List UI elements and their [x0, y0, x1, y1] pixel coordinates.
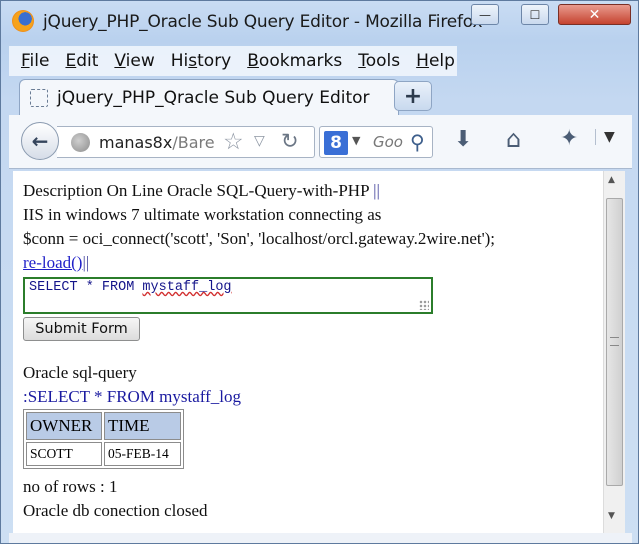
- reload-link[interactable]: re-load(): [23, 253, 82, 272]
- page-content: Description On Line Oracle SQL-Query-wit…: [13, 171, 603, 533]
- navigation-toolbar: manas8x/Bare ☆ ▽ ↻ ← 8 ▼ Goo ⚲ ⬇ ⌂ ✦ ▼: [9, 115, 632, 169]
- menu-view[interactable]: View: [114, 51, 154, 71]
- reload-icon[interactable]: ↻: [281, 129, 299, 153]
- minimize-button[interactable]: —: [471, 4, 499, 25]
- resize-grip-icon[interactable]: [419, 300, 429, 310]
- globe-icon: [71, 133, 90, 152]
- description-line: Description On Line Oracle SQL-Query-wit…: [23, 181, 380, 200]
- download-icon[interactable]: ⬇: [454, 127, 472, 152]
- home-icon[interactable]: ⌂: [506, 125, 521, 153]
- row-count-text: no of rows : 1: [23, 477, 118, 496]
- menu-bookmarks[interactable]: Bookmarks: [247, 51, 342, 71]
- toolbar-menu-icon[interactable]: ▼: [595, 129, 615, 145]
- vertical-scrollbar[interactable]: ▲ ▼: [603, 171, 625, 533]
- menu-file[interactable]: File: [21, 51, 49, 71]
- url-dropdown-icon[interactable]: ▽: [254, 133, 265, 149]
- browser-window: jQuery_PHP_Oracle Sub Query Editor - Moz…: [0, 0, 639, 544]
- tab-title: jQuery_PHP_Qracle Sub Query Editor: [57, 88, 370, 108]
- addon-icon[interactable]: ✦: [560, 126, 578, 151]
- firefox-logo-icon: [12, 10, 34, 32]
- connection-line: $conn = oci_connect('scott', 'Son', 'loc…: [23, 229, 496, 248]
- url-bar[interactable]: manas8x/Bare ☆ ▽ ↻: [57, 126, 315, 158]
- table-cell-time: 05-FEB-14: [104, 442, 181, 466]
- tab-strip: jQuery_PHP_Qracle Sub Query Editor +: [9, 79, 632, 116]
- status-strip: [9, 533, 632, 543]
- scroll-down-icon[interactable]: ▼: [608, 511, 615, 521]
- maximize-button[interactable]: ☐: [521, 4, 549, 25]
- new-tab-button[interactable]: +: [394, 81, 432, 111]
- menu-help[interactable]: Help: [416, 51, 455, 71]
- table-cell-owner: SCOTT: [26, 442, 102, 466]
- menu-bar: File Edit View History Bookmarks Tools H…: [9, 46, 457, 76]
- back-button[interactable]: ←: [21, 122, 59, 160]
- google-icon[interactable]: 8: [324, 131, 348, 155]
- window-title: jQuery_PHP_Oracle Sub Query Editor - Moz…: [43, 12, 483, 32]
- menu-edit[interactable]: Edit: [65, 51, 98, 71]
- bookmark-star-icon[interactable]: ☆: [223, 129, 244, 155]
- scroll-thumb[interactable]: [606, 198, 623, 486]
- menu-history[interactable]: History: [171, 51, 232, 71]
- menu-tools[interactable]: Tools: [358, 51, 400, 71]
- table-row: SCOTT 05-FEB-14: [26, 442, 181, 466]
- search-engine-dropdown-icon[interactable]: ▼: [352, 134, 360, 147]
- query-echo: :SELECT * FROM mystaff_log: [23, 387, 242, 406]
- tab-active[interactable]: jQuery_PHP_Qracle Sub Query Editor: [19, 79, 399, 116]
- url-text[interactable]: manas8x/Bare: [99, 133, 215, 152]
- iis-line: IIS in windows 7 ultimate workstation co…: [23, 205, 382, 224]
- connection-closed-text: Oracle db conection closed: [23, 501, 208, 520]
- column-header-owner: OWNER: [26, 412, 102, 440]
- result-table: OWNER TIME SCOTT 05-FEB-14: [23, 409, 184, 469]
- scroll-grip-icon: [610, 337, 619, 346]
- scroll-up-icon[interactable]: ▲: [608, 175, 615, 185]
- submit-form-button[interactable]: Submit Form: [23, 317, 140, 341]
- search-icon[interactable]: ⚲: [410, 130, 425, 154]
- page-icon: [30, 89, 48, 107]
- search-bar[interactable]: 8 ▼ Goo ⚲: [319, 126, 433, 158]
- search-placeholder[interactable]: Goo: [373, 133, 403, 151]
- sql-query-textarea[interactable]: SELECT * FROM mystaff_log: [23, 277, 433, 314]
- table-header-row: OWNER TIME: [26, 412, 181, 440]
- column-header-time: TIME: [104, 412, 181, 440]
- close-button[interactable]: ✕: [558, 4, 631, 25]
- reload-line: re-load()||: [23, 253, 90, 272]
- title-bar: jQuery_PHP_Oracle Sub Query Editor - Moz…: [1, 1, 639, 45]
- oracle-query-label: Oracle sql-query: [23, 363, 137, 382]
